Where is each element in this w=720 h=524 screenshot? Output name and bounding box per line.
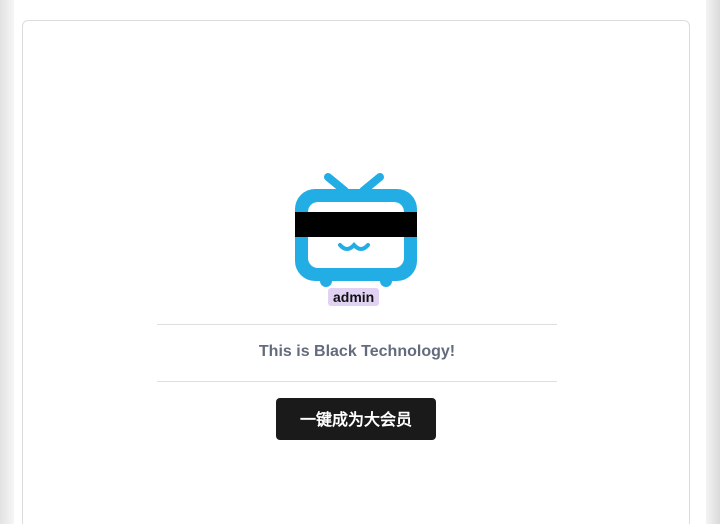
bilibili-tv-icon [295,173,417,287]
window-edge-right [706,0,720,524]
profile-card: admin This is Black Technology! 一键成为大会员 [22,20,690,524]
window-edge-left [0,0,14,524]
username-badge: admin [328,288,380,306]
page: admin This is Black Technology! 一键成为大会员 [0,0,720,524]
redaction-bar [295,212,417,237]
divider-top [157,324,557,325]
tagline-text: This is Black Technology! [258,343,456,360]
divider-bottom [157,381,557,382]
become-vip-button[interactable]: 一键成为大会员 [276,398,436,440]
